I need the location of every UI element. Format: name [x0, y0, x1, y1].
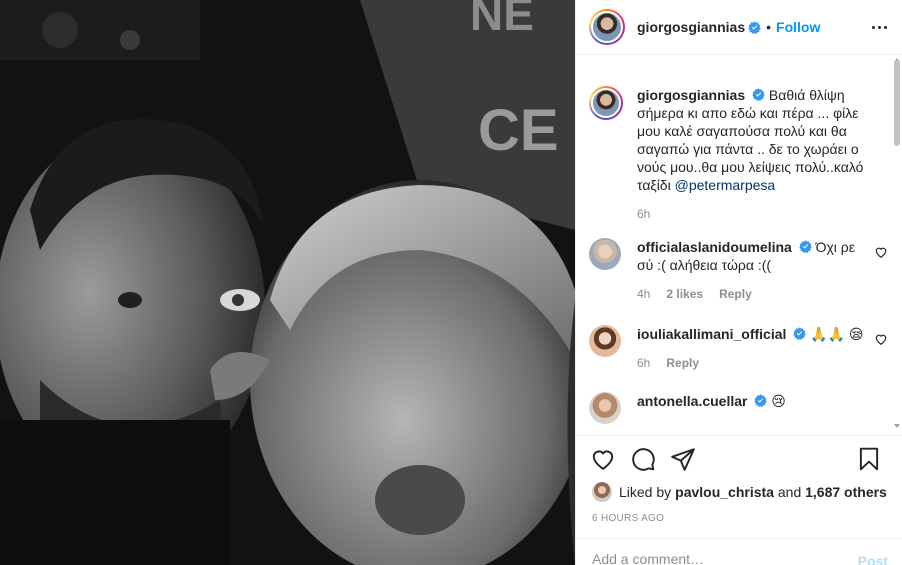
commenter-avatar[interactable] — [589, 325, 621, 357]
comment-time[interactable]: 4h — [637, 287, 650, 301]
comment-text: antonella.cuellar 😢 — [637, 392, 868, 410]
caption-author-avatar[interactable] — [589, 86, 623, 120]
post-timestamp[interactable]: 6 HOURS AGO — [592, 513, 664, 524]
comment-text: officialaslanidoumelina Όχι ρε σύ :( αλή… — [637, 238, 868, 274]
heart-icon[interactable] — [874, 245, 888, 259]
liked-by-others[interactable]: 1,687 others — [805, 484, 887, 500]
liked-by-prefix: Liked by — [619, 484, 672, 500]
liked-by-user[interactable]: pavlou_christa — [675, 484, 774, 500]
author-username[interactable]: giorgosgiannias — [637, 19, 745, 35]
svg-text:CE: CE — [478, 98, 559, 163]
post-sidebar: giorgosgiannias • Follow giorgosgiannias… — [575, 0, 902, 565]
comment-likes[interactable]: 2 likes — [666, 287, 703, 301]
bookmark-icon[interactable] — [856, 446, 882, 472]
commenter-avatar[interactable] — [589, 392, 621, 424]
reply-button[interactable]: Reply — [666, 356, 699, 370]
liker-avatar[interactable] — [592, 482, 612, 502]
liked-by: Liked by pavlou_christa and 1,687 others — [592, 482, 887, 502]
more-options-icon[interactable] — [870, 18, 888, 36]
comment-time[interactable]: 6h — [637, 356, 650, 370]
follow-button[interactable]: Follow — [776, 19, 820, 35]
caption-text: giorgosgiannias Βαθιά θλίψη σήμερα κι απ… — [637, 86, 868, 194]
verified-badge-icon — [798, 240, 812, 253]
separator-dot: • — [766, 19, 772, 35]
reply-button[interactable]: Reply — [719, 287, 752, 301]
comment-body: 😢 — [771, 393, 786, 409]
verified-badge-icon — [752, 88, 765, 101]
comment-item: antonella.cuellar 😢 — [576, 370, 902, 424]
comment-username[interactable]: iouliakallimani_official — [637, 326, 786, 342]
comment-icon[interactable] — [630, 446, 656, 472]
verified-badge-icon — [793, 327, 807, 340]
comment-username[interactable]: antonella.cuellar — [637, 393, 747, 409]
liked-by-and: and — [773, 484, 806, 500]
caption-meta: 6h — [637, 207, 868, 221]
comment-username[interactable]: officialaslanidoumelina — [637, 239, 792, 255]
comment-body: 🙏🙏 😪 — [810, 326, 864, 342]
svg-text:NE: NE — [470, 0, 534, 40]
caption-time[interactable]: 6h — [637, 207, 650, 221]
comment-item: officialaslanidoumelina Όχι ρε σύ :( αλή… — [576, 221, 902, 301]
add-comment-input[interactable] — [592, 553, 858, 565]
post-photo-image: NE CE — [0, 0, 575, 565]
post-photo[interactable]: NE CE — [0, 0, 575, 565]
caption-mention[interactable]: @petermarpesa — [675, 177, 776, 193]
heart-icon[interactable] — [590, 446, 616, 472]
caption-username[interactable]: giorgosgiannias — [637, 87, 745, 103]
comment-item: iouliakallimani_official 🙏🙏 😪 6h Reply — [576, 301, 902, 370]
comment-meta: 4h 2 likes Reply — [637, 287, 868, 301]
add-comment-bar: Post — [576, 538, 902, 565]
verified-badge-icon — [754, 394, 768, 407]
comment-text: iouliakallimani_official 🙏🙏 😪 — [637, 325, 868, 343]
commenter-avatar[interactable] — [589, 238, 621, 270]
share-icon[interactable] — [670, 446, 696, 472]
scroll-down-arrow[interactable] — [894, 424, 900, 428]
post-header: giorgosgiannias • Follow — [576, 0, 902, 55]
heart-icon[interactable] — [874, 332, 888, 346]
verified-badge-icon — [748, 20, 761, 34]
comments-list[interactable]: giorgosgiannias Βαθιά θλίψη σήμερα κι απ… — [576, 56, 902, 434]
author-avatar[interactable] — [589, 9, 625, 45]
post-actions — [576, 435, 902, 472]
comment-meta: 6h Reply — [637, 356, 868, 370]
caption: giorgosgiannias Βαθιά θλίψη σήμερα κι απ… — [576, 56, 902, 221]
post-comment-button[interactable]: Post — [858, 553, 888, 565]
comments-scrollbar[interactable] — [894, 60, 900, 146]
